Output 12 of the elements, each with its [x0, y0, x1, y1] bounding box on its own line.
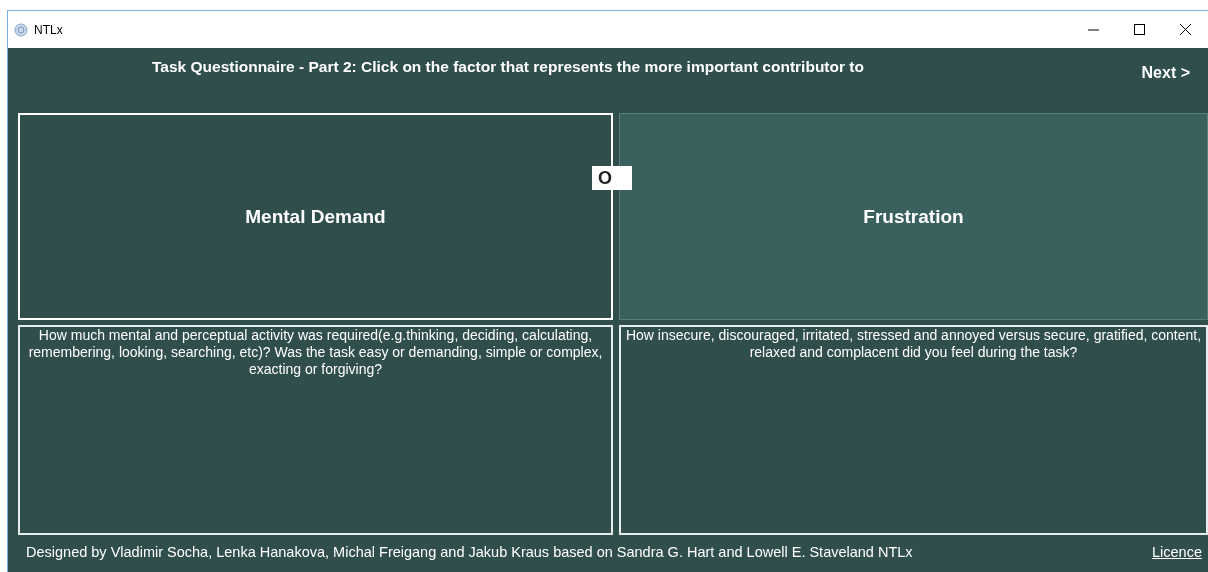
app-icon [14, 22, 28, 37]
maximize-icon [1133, 24, 1145, 35]
licence-link[interactable]: Licence [1152, 544, 1202, 560]
factor-option[interactable]: Frustration [619, 113, 1208, 320]
separator-label: O [592, 166, 632, 190]
window-title: NTLx [34, 22, 63, 37]
next-button[interactable]: Next > [1141, 64, 1190, 82]
credits-text: Designed by Vladimir Socha, Lenka Hanakova, Michal Freigang and Jakub Kraus based on Sandra G. Hart and Lowell E. Staveland NTLx [26, 544, 913, 560]
page-title: Task Questionnaire - Part 2: Click on the factor that represents the more important contributor to [152, 58, 864, 76]
factor-description: How insecure, discouraged, irritated, stressed and annoyed versus secure, gratified, content, relaxed and complacent did you feel during the task? [619, 325, 1208, 535]
close-icon [1179, 24, 1191, 35]
factor-description: How much mental and perceptual activity was required(e.g.thinking, deciding, calculating, remembering, looking, searching, etc)? Was the task easy or demanding, simple or complex, exacting or forgiving? [18, 325, 613, 535]
